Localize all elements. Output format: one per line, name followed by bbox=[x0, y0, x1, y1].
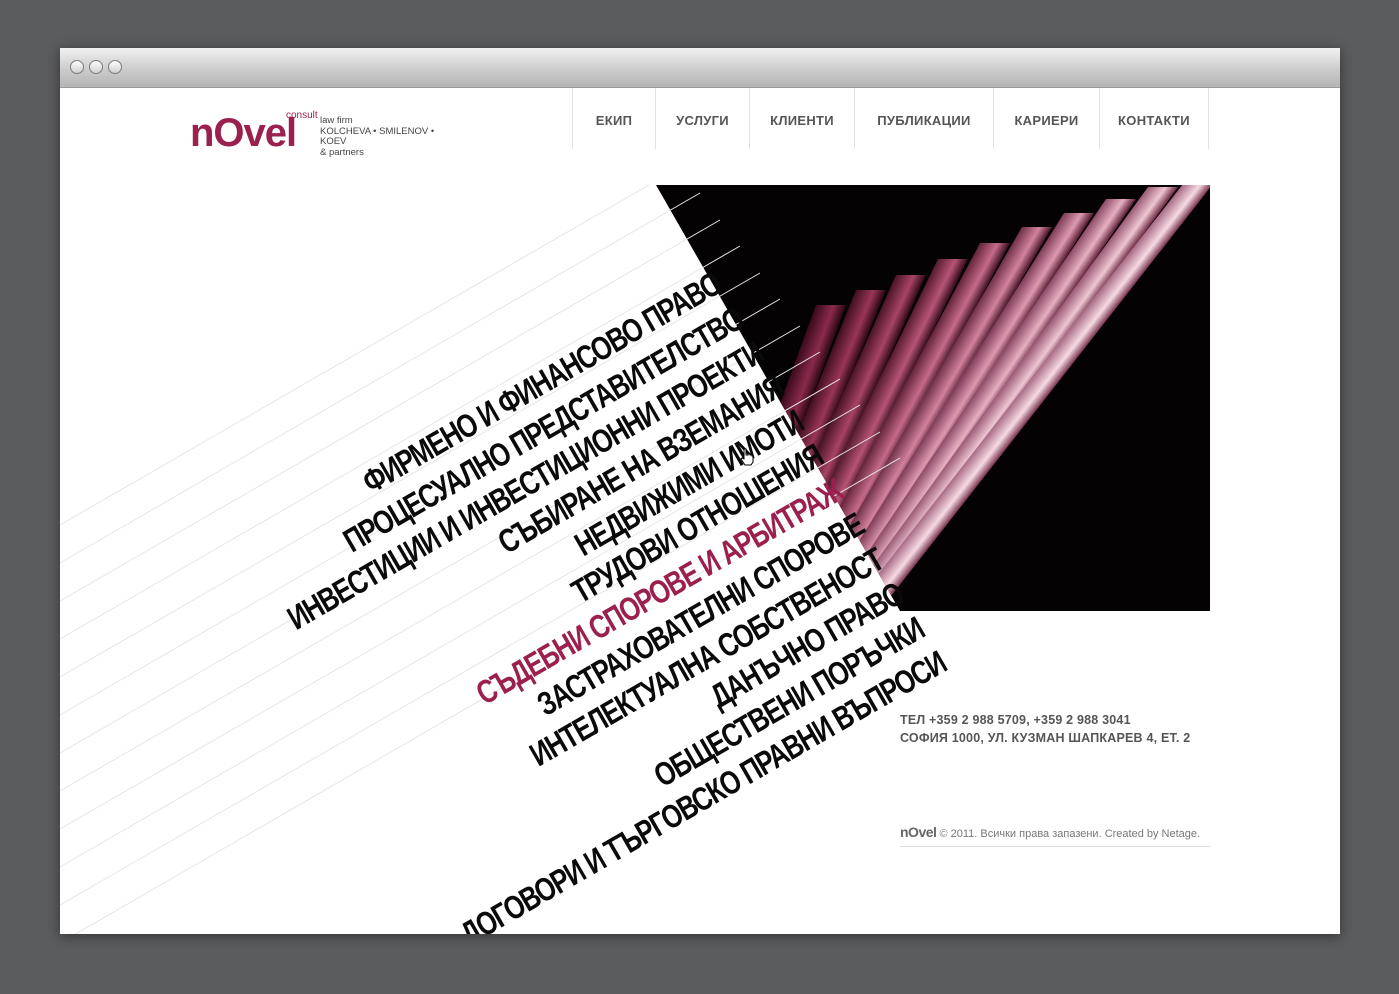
contact-block: ТЕЛ +359 2 988 5709, +359 2 988 3041 СОФ… bbox=[900, 711, 1190, 747]
site-logo[interactable]: nOvel consult law firm KOLCHEVA • SMILEN… bbox=[190, 110, 460, 158]
contact-address: СОФИЯ 1000, УЛ. КУЗМАН ШАПКАРЕВ 4, ЕТ. 2 bbox=[900, 731, 1191, 745]
contact-phone: ТЕЛ +359 2 988 5709, +359 2 988 3041 bbox=[900, 713, 1131, 727]
window-maximize-icon[interactable] bbox=[108, 60, 122, 74]
logo-consult-label: consult bbox=[286, 110, 318, 121]
browser-window: nOvel consult law firm KOLCHEVA • SMILEN… bbox=[60, 48, 1340, 934]
main-nav: ЕКИП УСЛУГИ КЛИЕНТИ ПУБЛИКАЦИИ КАРИЕРИ К… bbox=[572, 88, 1209, 149]
nav-item-services[interactable]: УСЛУГИ bbox=[655, 88, 749, 149]
logo-tagline: law firm KOLCHEVA • SMILENOV • KOEV & pa… bbox=[320, 115, 460, 158]
services-list: ФИРМЕНО И ФИНАНСОВО ПРАВО ПРОЦЕСУАЛНО ПР… bbox=[60, 185, 1210, 934]
nav-item-careers[interactable]: КАРИЕРИ bbox=[993, 88, 1099, 149]
logo-mark: nOvel bbox=[190, 111, 297, 155]
hero-section: ФИРМЕНО И ФИНАНСОВО ПРАВО ПРОЦЕСУАЛНО ПР… bbox=[60, 185, 1210, 934]
window-titlebar bbox=[60, 48, 1340, 88]
window-minimize-icon[interactable] bbox=[89, 60, 103, 74]
logo-tagline-line: law firm bbox=[320, 115, 353, 126]
nav-item-contacts[interactable]: КОНТАКТИ bbox=[1099, 88, 1209, 149]
footer: nOvel © 2011. Всички права запазени. Cre… bbox=[900, 824, 1210, 847]
nav-item-publications[interactable]: ПУБЛИКАЦИИ bbox=[854, 88, 993, 149]
logo-tagline-line: & partners bbox=[320, 146, 364, 158]
nav-item-team[interactable]: ЕКИП bbox=[572, 88, 655, 149]
nav-item-clients[interactable]: КЛИЕНТИ bbox=[749, 88, 854, 149]
window-close-icon[interactable] bbox=[70, 60, 84, 74]
hand-pointer-icon bbox=[740, 448, 754, 466]
footer-logo: nOvel bbox=[900, 824, 937, 840]
logo-tagline-line: KOLCHEVA • SMILENOV • KOEV bbox=[320, 125, 435, 147]
footer-copyright: © 2011. Всички права запазени. Created b… bbox=[939, 828, 1201, 840]
